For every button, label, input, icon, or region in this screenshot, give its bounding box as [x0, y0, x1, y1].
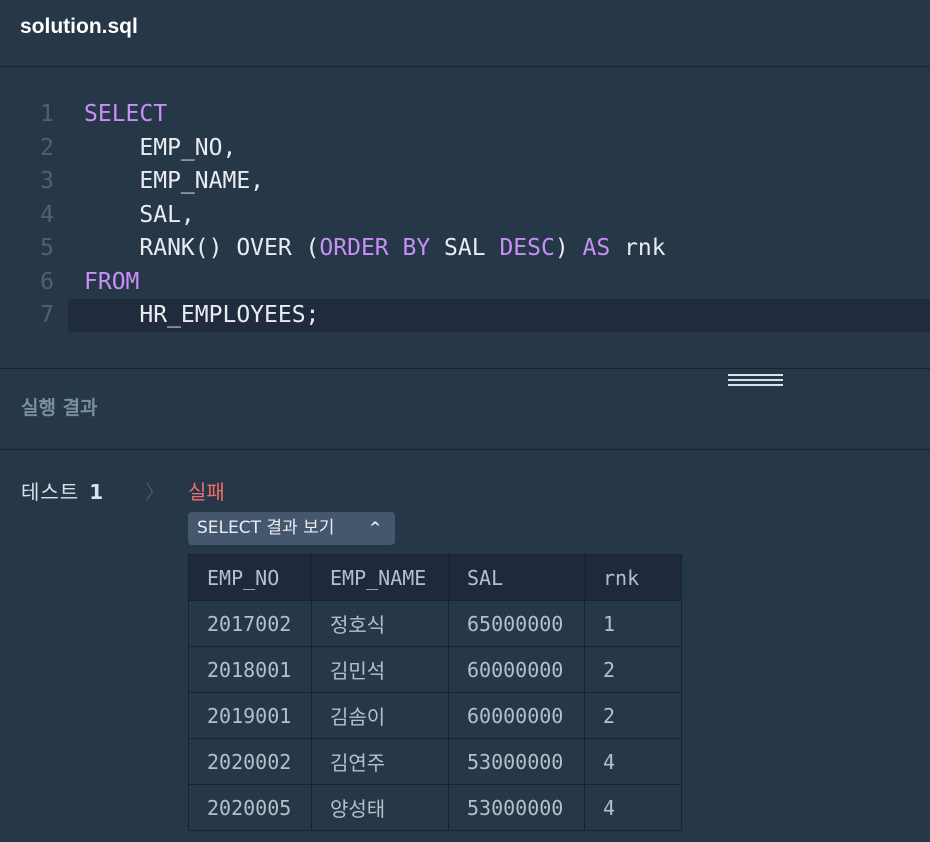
file-header: solution.sql [0, 0, 930, 67]
table-cell: 2020005 [188, 784, 312, 831]
sql-keyword: ORDER BY [319, 235, 431, 261]
code-line[interactable]: 1 SELECT [0, 98, 930, 131]
table-cell: 2017002 [188, 600, 312, 647]
results-title: 실행 결과 [21, 397, 98, 419]
results-divider [0, 449, 930, 450]
sql-keyword: DESC [499, 235, 555, 261]
app-root: solution.sql 1 SELECT 2 EMP_NO, 3 EMP_NAME,… [0, 0, 930, 842]
sql-keyword: SELECT [84, 101, 168, 127]
table-cell: 1 [584, 600, 682, 647]
sql-token: EMP_NO, [84, 134, 237, 161]
table-row: 2017002 정호식 65000000 1 [188, 600, 682, 647]
table-header-row: EMP_NO EMP_NAME SAL rnk [188, 554, 682, 601]
sql-keyword: AS [582, 235, 611, 261]
code-editor[interactable]: 1 SELECT 2 EMP_NO, 3 EMP_NAME, 4 SAL, 5 RANK(… [0, 68, 930, 368]
sql-token: EMP_NAME, [84, 168, 265, 194]
table-row: 2020002 김연주 53000000 4 [188, 738, 682, 785]
code-text: HR_EMPLOYEES; [84, 299, 319, 332]
table-cell: 2020002 [188, 738, 312, 785]
code-text: EMP_NAME, [84, 165, 264, 198]
line-number: 1 [40, 101, 54, 127]
chevron-right-icon: 〉 [145, 480, 165, 504]
select-results-toggle-button[interactable]: SELECT 결과 보기 ^ [188, 512, 395, 545]
table-cell: 김민석 [311, 646, 449, 693]
test-status: 실패 [188, 480, 225, 504]
code-text: RANK() OVER (ORDER BY SAL DESC) AS rnk [84, 232, 666, 265]
table-cell: 2018001 [188, 646, 312, 693]
column-header: EMP_NAME [311, 554, 449, 601]
test-case-text: 테스트 [21, 480, 80, 504]
test-case-label: 테스트 1 [21, 476, 104, 505]
table-cell: 65000000 [448, 600, 585, 647]
line-number: 7 [40, 302, 54, 328]
column-header: SAL [448, 554, 585, 601]
table-cell: 4 [584, 784, 682, 831]
code-text: SAL, [84, 199, 195, 232]
line-number: 4 [40, 201, 54, 228]
table-row: 2019001 김솜이 60000000 2 [188, 692, 682, 739]
line-number: 6 [40, 268, 54, 295]
panel-divider [0, 368, 930, 369]
line-number: 2 [40, 134, 54, 161]
table-row: 2020005 양성태 53000000 4 [188, 784, 682, 831]
code-text: EMP_NO, [84, 132, 236, 165]
sql-token: SAL, [84, 201, 195, 228]
test-case-number: 1 [89, 480, 105, 504]
table-cell: 2 [584, 646, 682, 693]
sql-keyword: FROM [84, 268, 140, 295]
table-cell: 53000000 [448, 738, 585, 785]
table-cell: 60000000 [448, 646, 585, 693]
resize-handle[interactable] [728, 374, 783, 388]
table-cell: 4 [584, 738, 682, 785]
table-cell: 53000000 [448, 784, 585, 831]
sql-token: RANK() OVER ( [84, 235, 320, 261]
code-line[interactable]: 5 RANK() OVER (ORDER BY SAL DESC) AS rnk [0, 232, 930, 265]
column-header: rnk [584, 554, 682, 601]
table-cell: 김솜이 [311, 692, 449, 739]
table-cell: 김연주 [311, 738, 449, 785]
table-row: 2018001 김민석 60000000 2 [188, 646, 682, 693]
sql-token: rnk [610, 235, 666, 261]
code-text: FROM [84, 266, 139, 299]
file-tab-title[interactable]: solution.sql [20, 15, 138, 39]
toggle-label: SELECT 결과 보기 [197, 518, 335, 538]
code-line[interactable]: 6 FROM [0, 266, 930, 299]
table-cell: 정호식 [311, 600, 449, 647]
results-table: EMP_NO EMP_NAME SAL rnk 2017002 정호식 6500… [188, 554, 682, 831]
table-cell: 2 [584, 692, 682, 739]
chevron-up-icon: ^ [369, 520, 381, 536]
sql-token: HR_EMPLOYEES; [84, 302, 320, 328]
code-line[interactable]: 3 EMP_NAME, [0, 165, 930, 198]
line-number: 5 [40, 235, 54, 261]
sql-token: SAL [430, 235, 500, 261]
sql-token: ) [554, 235, 583, 261]
line-number: 3 [40, 168, 54, 194]
column-header: EMP_NO [188, 554, 312, 601]
table-cell: 60000000 [448, 692, 585, 739]
code-line[interactable]: 4 SAL, [0, 199, 930, 232]
code-line[interactable]: 7 HR_EMPLOYEES; [0, 299, 930, 332]
table-cell: 2019001 [188, 692, 312, 739]
code-line[interactable]: 2 EMP_NO, [0, 132, 930, 165]
code-text: SELECT [84, 98, 167, 131]
table-cell: 양성태 [311, 784, 449, 831]
